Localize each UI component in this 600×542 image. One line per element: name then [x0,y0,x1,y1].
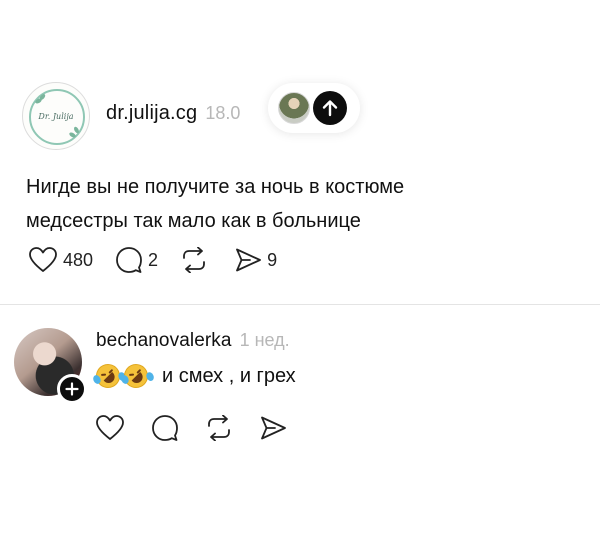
share-icon [236,248,261,272]
comment-button[interactable]: 2 [115,246,158,274]
share-button[interactable]: 9 [234,247,277,273]
avatar-logo-text: Dr. Julija [38,111,74,121]
post-text-line: медсестры так мало как в больнице [26,210,361,232]
post-text-line: Нигде вы не получите за ночь в костюме [26,176,405,198]
like-button[interactable]: 480 [28,246,93,274]
reply-author-name[interactable]: bechanovalerka [96,330,232,352]
reply-comment-button[interactable] [151,414,179,442]
plus-icon [65,382,79,396]
rolling-laughing-emoji [119,360,156,392]
pill-avatar [278,92,310,124]
post-header: dr.julija.cg 18.0 [106,102,240,125]
reply-repost-button[interactable] [205,415,233,441]
post-actions: 480 2 9 [28,245,299,275]
reply-header: bechanovalerka 1 нед. [96,330,290,352]
share-count: 9 [267,249,278,270]
comment-icon [116,247,142,273]
reply-text: и смех , и грех [162,364,296,387]
scroll-to-top-pill[interactable] [268,83,360,133]
heart-icon [96,415,124,440]
rolling-laughing-emoji [91,360,128,392]
post-author-name[interactable]: dr.julija.cg [106,102,197,125]
repost-button[interactable] [180,247,208,273]
like-count: 480 [63,249,94,270]
follow-button[interactable] [57,374,87,404]
share-icon [261,416,286,440]
reply-like-button[interactable] [95,414,125,442]
divider [0,304,600,305]
arrow-up-icon[interactable] [313,91,347,125]
author-avatar[interactable]: Dr. Julija [22,82,90,150]
reply-timestamp: 1 нед. [239,330,290,350]
comment-count: 2 [148,249,159,270]
heart-icon [29,247,57,272]
reply-share-button[interactable] [259,415,287,441]
reply-body: и смех , и грех [91,360,296,392]
repost-icon [183,247,205,273]
repost-icon [208,415,230,441]
post-timestamp: 18.0 [205,103,241,123]
reply-actions [95,413,287,443]
comment-icon [152,415,178,441]
post-body: Нигде вы не получите за ночь в костюме м… [26,170,486,238]
